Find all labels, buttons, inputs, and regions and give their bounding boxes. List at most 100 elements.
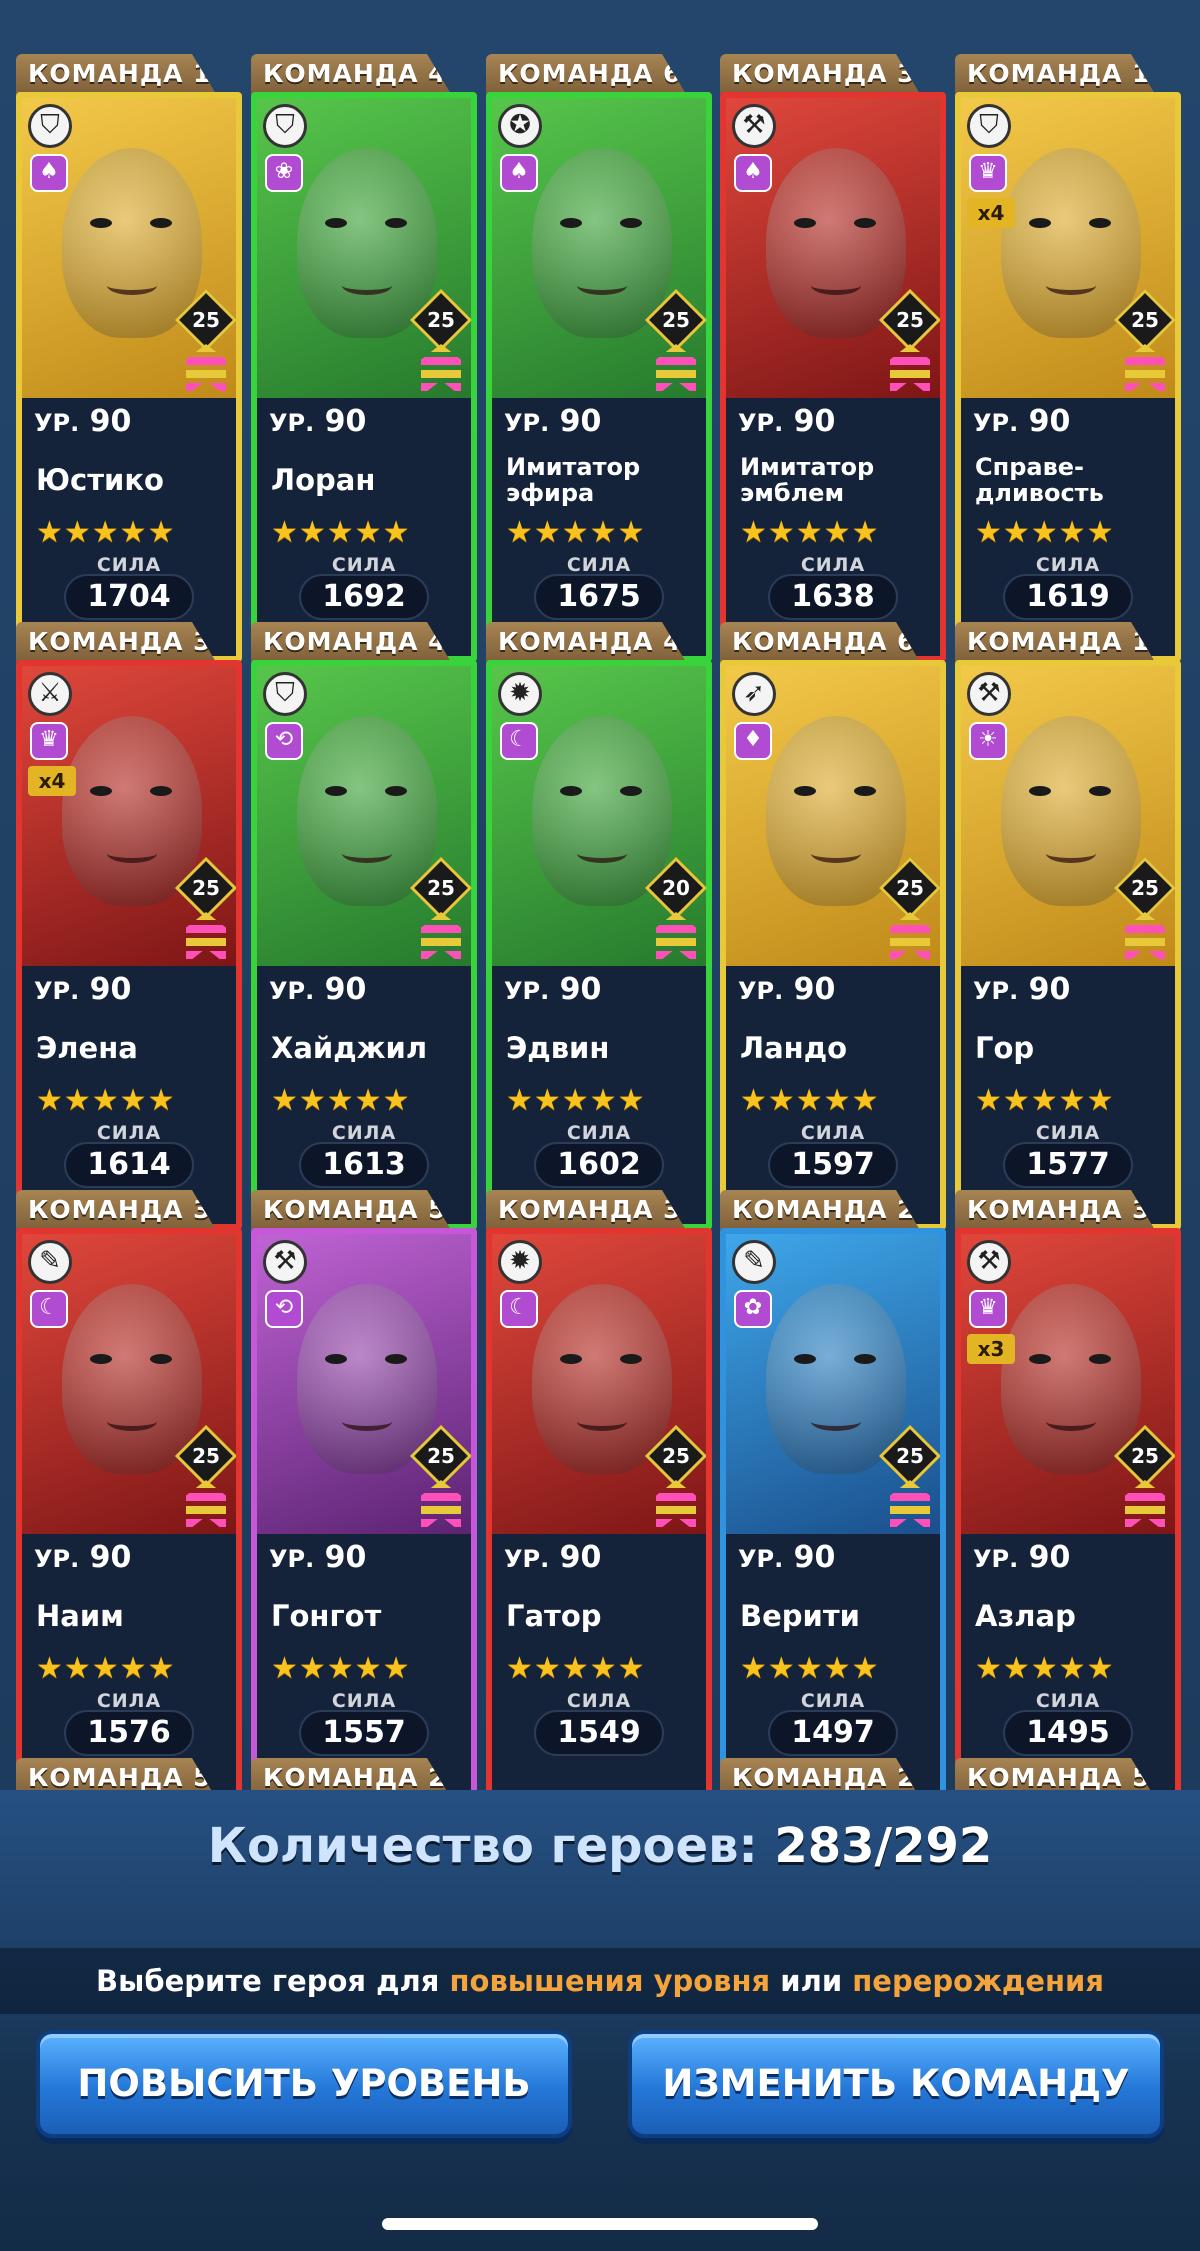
hero-name: Имитатор эмблем [740, 453, 875, 507]
hero-face [766, 1284, 906, 1474]
hero-face [766, 716, 906, 906]
hero-card[interactable]: КОМАНДА 36 ⚒ ♛ x3 25 УР. 90 Азлар ★★★★★ СИЛА 1495 [955, 1190, 1181, 1790]
power-label: СИЛА [566, 554, 632, 576]
hero-stars: ★★★★★ [740, 1651, 880, 1686]
power-value: 1576 [64, 1710, 194, 1756]
power-label: СИЛА [96, 1690, 162, 1712]
level-value: 90 [1028, 972, 1071, 1007]
sun-icon: ✹ [498, 672, 542, 716]
power-value: 1704 [64, 574, 194, 620]
hero-face [297, 1284, 437, 1474]
star-level-value: 25 [427, 1444, 455, 1468]
rank-chevrons-icon [1125, 912, 1165, 964]
element-icon: ♠ [734, 154, 772, 192]
crossed-swords-icon: ⚔ [28, 672, 72, 716]
hero-card[interactable]: КОМАНДА 6 ✪ ♠ 25 УР. 90 Имитатор эфира ★★★★★ СИ… [486, 54, 712, 662]
team-tab-partial: КОМАНДА 2 [720, 1758, 920, 1790]
power-value: 1549 [534, 1710, 664, 1756]
power-value: 1619 [1003, 574, 1133, 620]
rank-chevrons-icon [186, 344, 226, 396]
shield-icon: ⛉ [263, 104, 307, 148]
element-icon: ⟲ [265, 722, 303, 760]
power-label: СИЛА [331, 1122, 397, 1144]
hero-level: УР. 90 [973, 1534, 1163, 1582]
hint-accent-rebirth: перерождения [852, 1964, 1104, 1998]
hero-card[interactable]: КОМАНДА 1 ⛉ ♠ 25 УР. 90 Юстико ★★★★★ СИЛА 1704 [16, 54, 242, 662]
level-prefix: УР. [973, 1545, 1019, 1573]
hero-card[interactable]: КОМАНДА 4 ⛉ ⟲ 25 УР. 90 Хайджил ★★★★★ СИЛА 1613 [251, 622, 477, 1230]
level-up-button[interactable]: ПОВЫСИТЬ УРОВЕНЬ [36, 2030, 572, 2138]
hero-level: УР. 90 [34, 966, 224, 1014]
hero-face [297, 148, 437, 338]
hero-stars: ★★★★★ [36, 1651, 176, 1686]
element-icon: ♛ [969, 154, 1007, 192]
team-tab: КОМАНДА 47 [486, 622, 686, 662]
hero-stars: ★★★★★ [975, 1083, 1115, 1118]
hero-card[interactable]: КОМАНДА 37 ⚔ ♛ x4 25 УР. 90 Элена ★★★★★ СИЛА 1614 [16, 622, 242, 1230]
card-frame: ⛉ ❀ 25 УР. 90 Лоран ★★★★★ СИЛА 1692 [251, 92, 477, 662]
shield-icon: ⛉ [967, 104, 1011, 148]
hero-portrait: ✪ ♠ 25 [492, 98, 706, 398]
power-value: 1638 [768, 574, 898, 620]
element-icon: ♠ [30, 154, 68, 192]
rank-chevrons-icon [186, 1480, 226, 1532]
card-frame: ⛉ ⟲ 25 УР. 90 Хайджил ★★★★★ СИЛА 1613 [251, 660, 477, 1230]
hero-info: УР. 90 Имитатор эмблем ★★★★★ СИЛА 1638 [726, 398, 940, 656]
level-prefix: УР. [34, 1545, 80, 1573]
card-frame: ✹ ☾ 20 УР. 90 Эдвин ★★★★★ СИЛА 1602 [486, 660, 712, 1230]
hero-card[interactable]: КОМАНДА 6 ➶ ♦ 25 УР. 90 Ландо ★★★★★ СИЛА 1597 [720, 622, 946, 1230]
hero-portrait: ⛉ ♠ 25 [22, 98, 236, 398]
hero-portrait: ⚒ ♛ x3 25 [961, 1234, 1175, 1534]
hero-stars: ★★★★★ [740, 515, 880, 550]
hero-name: Юстико [36, 463, 164, 497]
rank-chevrons-icon [1125, 344, 1165, 396]
level-value: 90 [1028, 404, 1071, 439]
team-tab-partial: КОМАНДА 2 [251, 1758, 451, 1790]
multiplier-badge: x3 [967, 1334, 1015, 1364]
power-label: СИЛА [800, 1690, 866, 1712]
card-frame: ✹ ☾ 25 УР. 90 Гатор ★★★★★ СИЛА 1549 [486, 1228, 712, 1790]
hero-info: УР. 90 Наим ★★★★★ СИЛА 1576 [22, 1534, 236, 1790]
hero-card[interactable]: КОМАНДА 47 ✹ ☾ 20 УР. 90 Эдвин ★★★★★ СИЛА 1602 [486, 622, 712, 1230]
level-prefix: УР. [269, 977, 315, 1005]
axe-icon: ⚒ [967, 672, 1011, 716]
change-team-button[interactable]: ИЗМЕНИТЬ КОМАНДУ [628, 2030, 1164, 2138]
level-value: 90 [324, 404, 367, 439]
book-icon: ✎ [732, 1240, 776, 1284]
hero-name: Хайджил [271, 1031, 428, 1065]
hero-card[interactable]: КОМАНДА 1 ⚒ ☀ 25 УР. 90 Гор ★★★★★ СИЛА 1577 [955, 622, 1181, 1230]
hero-name: Ландо [740, 1031, 848, 1065]
hero-card[interactable]: КОМАНДА 36 ⚒ ♠ 25 УР. 90 Имитатор эмблем ★★★★★… [720, 54, 946, 662]
hero-stars: ★★★★★ [740, 1083, 880, 1118]
power-label: СИЛА [1035, 1690, 1101, 1712]
star-level-value: 25 [427, 876, 455, 900]
hero-info: УР. 90 Верити ★★★★★ СИЛА 1497 [726, 1534, 940, 1790]
hero-card[interactable]: КОМАНДА 17 ⛉ ♛ x4 25 УР. 90 Справе-дливость ★★★… [955, 54, 1181, 662]
hero-card[interactable]: КОМАНДА 3 ✹ ☾ 25 УР. 90 Гатор ★★★★★ СИЛА 1549 [486, 1190, 712, 1790]
power-label: СИЛА [566, 1122, 632, 1144]
hint-accent-level: повышения уровня [449, 1964, 771, 1998]
hero-card[interactable]: КОМАНДА 2 ✎ ✿ 25 УР. 90 Верити ★★★★★ СИЛА 1497 [720, 1190, 946, 1790]
hero-name: Эдвин [506, 1031, 610, 1065]
level-value: 90 [1028, 1540, 1071, 1575]
element-icon: ❀ [265, 154, 303, 192]
power-label: СИЛА [800, 554, 866, 576]
star-level-value: 25 [427, 308, 455, 332]
hero-level: УР. 90 [269, 1534, 459, 1582]
hero-count-label: Количество героев: [207, 1818, 758, 1874]
hero-name: Гонгот [271, 1599, 382, 1633]
hero-card[interactable]: КОМАНДА 4 ⛉ ❀ 25 УР. 90 Лоран ★★★★★ СИЛА 1692 [251, 54, 477, 662]
hero-face [1001, 148, 1141, 338]
level-prefix: УР. [738, 1545, 784, 1573]
team-tab: КОМАНДА 2 [720, 1190, 920, 1230]
hero-card[interactable]: КОМАНДА 56 ⚒ ⟲ 25 УР. 90 Гонгот ★★★★★ СИЛА 1557 [251, 1190, 477, 1790]
rank-chevrons-icon [421, 1480, 461, 1532]
hero-grid[interactable]: КОМАНДА 1 ⛉ ♠ 25 УР. 90 Юстико ★★★★★ СИЛА 1704 КО… [0, 0, 1200, 1790]
hero-stars: ★★★★★ [271, 1651, 411, 1686]
hero-card[interactable]: КОМАНДА 3 ✎ ☾ 25 УР. 90 Наим ★★★★★ СИЛА 1576 [16, 1190, 242, 1790]
hero-name: Азлар [975, 1599, 1076, 1633]
bow-icon: ➶ [732, 672, 776, 716]
hero-face [62, 148, 202, 338]
power-value: 1613 [299, 1142, 429, 1188]
home-indicator[interactable] [382, 2218, 818, 2230]
